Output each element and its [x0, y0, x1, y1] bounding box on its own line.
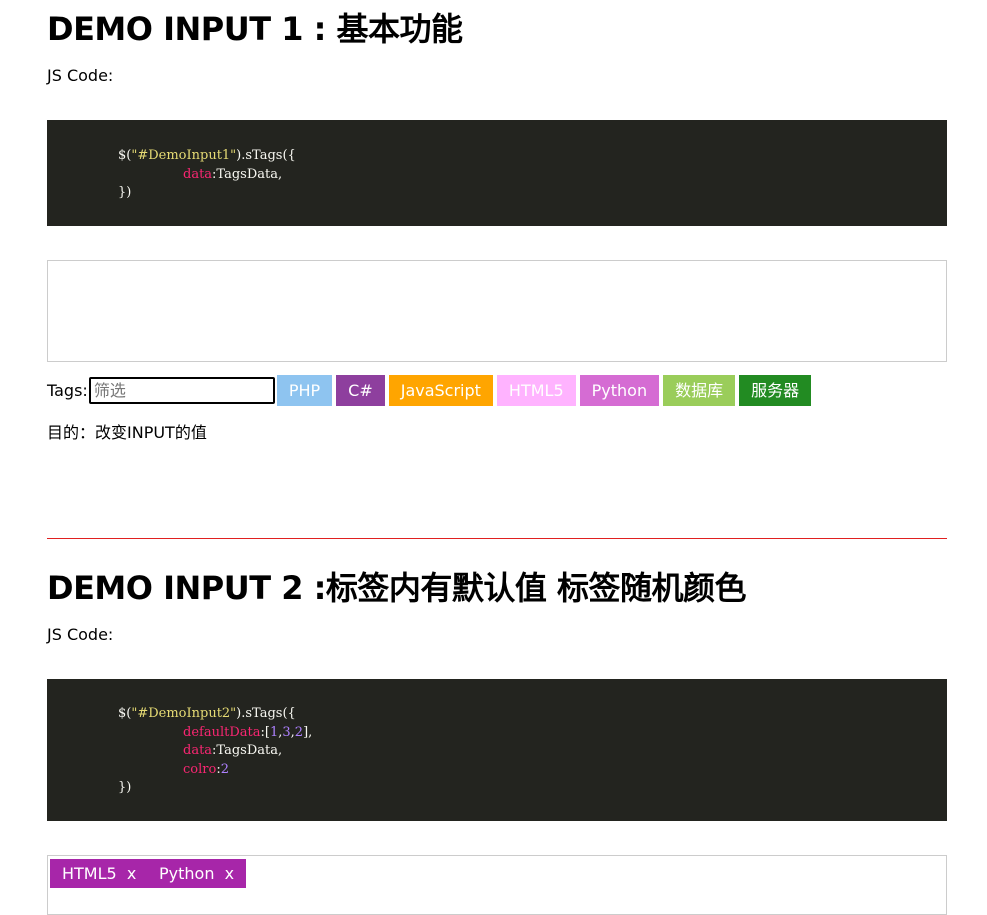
tag-option[interactable]: Python: [579, 375, 660, 406]
tag-options: PHP C# JavaScript HTML5 Python 数据库 服务器: [276, 375, 815, 406]
filter-input[interactable]: [88, 377, 275, 404]
demo1-tag-input-box[interactable]: [47, 260, 947, 362]
code-line-3: data:TagsData,: [183, 743, 283, 758]
tags-label: Tags:: [47, 381, 88, 400]
code-line-1: $("#DemoInput2").sTags({: [118, 706, 296, 721]
demo1-purpose: 目的：改变INPUT的值: [47, 423, 207, 442]
code-line-3: }): [118, 185, 132, 200]
demo2-title: DEMO INPUT 2 :标签内有默认值 标签随机颜色: [47, 569, 747, 607]
tag-option[interactable]: JavaScript: [388, 375, 493, 406]
code-line-2: defaultData:[1,3,2],: [183, 724, 313, 740]
code-line-5: }): [118, 780, 132, 795]
tag-option[interactable]: C#: [336, 375, 385, 406]
demo1-title: DEMO INPUT 1 : 基本功能: [47, 10, 463, 48]
code-line-2: data:TagsData,: [183, 166, 283, 182]
section-divider: [47, 538, 947, 539]
demo1-tag-picker: Tags: PHPC#JavaScriptHTML5Python数据库服务器: [47, 375, 815, 406]
code-line-4: colro:2: [183, 761, 229, 777]
selected-tag-python[interactable]: Python x: [147, 859, 247, 888]
selected-tag-html5[interactable]: HTML5 x: [50, 859, 149, 888]
demo2-js-code-label: JS Code:: [47, 625, 114, 644]
tag-option[interactable]: 服务器: [739, 375, 812, 406]
demo1-js-code-label: JS Code:: [47, 66, 114, 85]
demo1-code-block: $("#DemoInput1").sTags({ data:TagsData, …: [47, 120, 947, 226]
tag-option[interactable]: PHP: [276, 375, 333, 406]
code-line-1: $("#DemoInput1").sTags({: [118, 148, 296, 163]
tag-option[interactable]: HTML5: [496, 375, 576, 406]
tag-option[interactable]: 数据库: [663, 375, 736, 406]
demo2-code-block: $("#DemoInput2").sTags({ defaultData:[1,…: [47, 679, 947, 821]
